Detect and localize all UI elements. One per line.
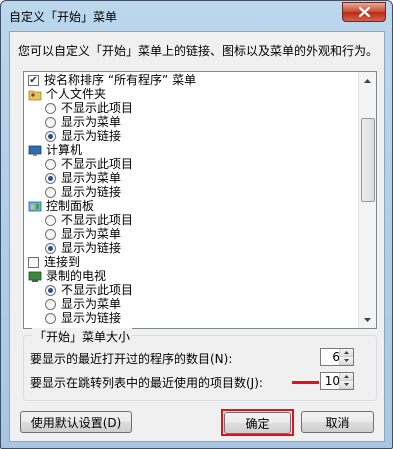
spin-down-button[interactable]: [340, 357, 353, 365]
use-defaults-button[interactable]: 使用默认设置(D): [20, 411, 132, 433]
recent-programs-label: 要显示的最近打开过的程序的数目(N):: [30, 352, 233, 366]
option-category: 控制面板: [28, 199, 94, 214]
arrow-up-icon: [344, 351, 349, 354]
option-label: 不显示此项目: [61, 283, 134, 297]
radio-selected-dot: [48, 288, 53, 293]
option-label: 录制的电视: [46, 269, 107, 283]
control-panel-icon: [28, 201, 42, 213]
cancel-button[interactable]: 取消: [301, 411, 374, 433]
close-icon: [358, 7, 370, 17]
jumplist-value[interactable]: 10: [321, 374, 340, 388]
dialog-client-area: 您可以自定义「开始」菜单上的链接、图标以及菜单的外观和行为。 ✔ 按名称排序 “所…: [9, 31, 385, 442]
radio-button[interactable]: [45, 285, 56, 296]
option-label: 控制面板: [46, 199, 95, 213]
jumplist-spinner[interactable]: 10: [320, 372, 354, 390]
option-label: 显示为链接: [61, 129, 122, 143]
radio-button[interactable]: [45, 131, 56, 142]
radio-button[interactable]: [45, 187, 56, 198]
option-label: 显示为菜单: [61, 115, 122, 129]
option-label: 显示为菜单: [61, 171, 122, 185]
radio-button[interactable]: [45, 299, 56, 310]
vertical-scrollbar[interactable]: [358, 72, 376, 328]
arrow-up-icon: [344, 375, 349, 378]
customize-start-menu-dialog: 自定义「开始」菜单 您可以自定义「开始」菜单上的链接、图标以及菜单的外观和行为。…: [0, 0, 393, 449]
option-radio[interactable]: 显示为链接: [45, 129, 121, 144]
option-label: 显示为链接: [61, 241, 122, 255]
spin-up-button[interactable]: [340, 373, 353, 381]
radio-button[interactable]: [45, 243, 56, 254]
option-radio[interactable]: 显示为链接: [45, 185, 121, 200]
title-bar[interactable]: 自定义「开始」菜单: [1, 1, 392, 31]
ok-button[interactable]: 确定: [224, 412, 291, 434]
spinner-arrows[interactable]: [339, 349, 353, 365]
option-category: 计算机: [28, 143, 82, 158]
spin-up-button[interactable]: [340, 349, 353, 357]
option-label: 不显示此项目: [61, 213, 134, 227]
spin-down-button[interactable]: [340, 381, 353, 389]
radio-button[interactable]: [45, 173, 56, 184]
group-legend: 「开始」菜单大小: [32, 328, 133, 345]
option-label: 显示为链接: [61, 311, 122, 325]
option-label: 显示为链接: [61, 185, 122, 199]
start-menu-size-group: 「开始」菜单大小 要显示的最近打开过的程序的数目(N): 6 要显示在跳转列表中…: [23, 328, 377, 401]
radio-button[interactable]: [45, 313, 56, 324]
option-label: 显示为菜单: [61, 297, 122, 311]
arrow-up-icon: [364, 78, 371, 83]
option-category: 录制的电视: [28, 269, 106, 284]
option-label: 个人文件夹: [46, 87, 107, 101]
tv-icon: [28, 271, 42, 283]
option-category: 个人文件夹: [28, 87, 106, 102]
value-highlight-underline: [292, 381, 319, 384]
option-label: 按名称排序 “所有程序” 菜单: [44, 73, 197, 87]
options-listbox[interactable]: ✔ 按名称排序 “所有程序” 菜单 个人文件夹 不显示此项目 显示为菜单 显示为链接 计算机…: [23, 71, 377, 329]
recent-programs-spinner[interactable]: 6: [320, 348, 354, 366]
radio-selected-dot: [48, 246, 53, 251]
option-radio[interactable]: 显示为菜单: [45, 227, 121, 242]
option-checkbox[interactable]: 连接到: [28, 255, 80, 270]
spinner-arrows[interactable]: [339, 373, 353, 389]
scroll-thumb[interactable]: [361, 118, 375, 202]
option-radio[interactable]: 显示为链接: [45, 311, 121, 326]
checkbox[interactable]: [28, 257, 39, 268]
option-checkbox[interactable]: ✔ 按名称排序 “所有程序” 菜单: [28, 73, 196, 88]
arrow-down-icon: [364, 317, 371, 322]
option-radio[interactable]: 显示为菜单: [45, 115, 121, 130]
computer-icon: [28, 145, 42, 157]
close-button[interactable]: [342, 2, 386, 22]
description-text: 您可以自定义「开始」菜单上的链接、图标以及菜单的外观和行为。: [18, 44, 379, 58]
option-radio[interactable]: 显示为链接: [45, 241, 121, 256]
radio-button[interactable]: [45, 103, 56, 114]
option-radio[interactable]: 不显示此项目: [45, 101, 133, 116]
option-label: 计算机: [46, 143, 83, 157]
radio-button[interactable]: [45, 215, 56, 226]
arrow-down-icon: [344, 383, 349, 386]
checkbox[interactable]: ✔: [28, 75, 39, 86]
option-radio[interactable]: 不显示此项目: [45, 283, 133, 298]
radio-button[interactable]: [45, 229, 56, 240]
option-label: 不显示此项目: [61, 157, 134, 171]
options-list: ✔ 按名称排序 “所有程序” 菜单 个人文件夹 不显示此项目 显示为菜单 显示为链接 计算机…: [24, 72, 358, 328]
radio-button[interactable]: [45, 159, 56, 170]
scroll-up-button[interactable]: [359, 72, 376, 89]
window-title: 自定义「开始」菜单: [9, 10, 118, 24]
option-label: 连接到: [44, 255, 81, 269]
radio-selected-dot: [48, 176, 53, 181]
jumplist-label: 要显示在跳转列表中的最近使用的项目数(J):: [30, 376, 263, 390]
radio-button[interactable]: [45, 117, 56, 128]
option-radio[interactable]: 不显示此项目: [45, 157, 133, 172]
option-label: 不显示此项目: [61, 101, 134, 115]
option-radio[interactable]: 显示为菜单: [45, 297, 121, 312]
recent-programs-value[interactable]: 6: [321, 350, 340, 364]
scroll-down-button[interactable]: [359, 311, 376, 328]
option-radio[interactable]: 显示为菜单: [45, 171, 121, 186]
personal-folder-icon: [28, 89, 42, 101]
option-label: 显示为菜单: [61, 227, 122, 241]
arrow-down-icon: [344, 359, 349, 362]
radio-selected-dot: [48, 134, 53, 139]
option-radio[interactable]: 不显示此项目: [45, 213, 133, 228]
